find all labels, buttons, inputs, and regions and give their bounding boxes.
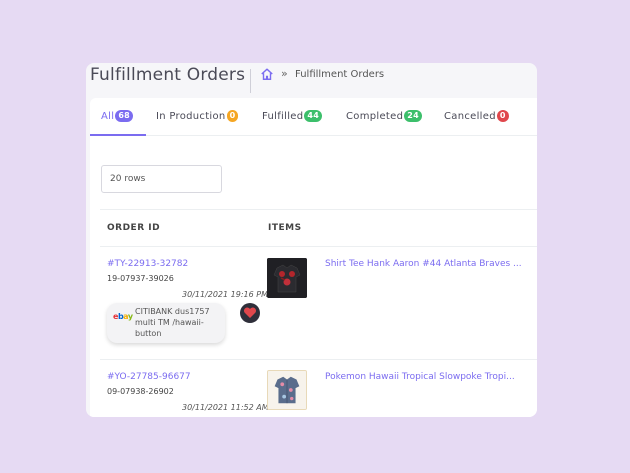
fulfillment-orders-card: Fulfillment Orders » Fulfillment Orders … [86,63,537,417]
tab-cancelled-label: Cancelled [444,110,496,122]
rows-per-page-select[interactable]: 20 rows [101,165,222,193]
tab-in-production-label: In Production [156,110,226,122]
order-id-link[interactable]: #TY-22913-32782 [107,259,188,269]
shirt-image-icon [267,258,307,298]
tab-all[interactable]: All 68 [101,110,134,122]
item-link[interactable]: Pokemon Hawaii Tropical Slowpoke Tropi..… [325,372,515,382]
order-number: 19-07937-39026 [107,274,174,283]
heart-glyph-icon [243,307,257,318]
breadcrumb-separator: » [281,67,288,80]
tab-fulfilled-label: Fulfilled [262,110,304,122]
tab-completed[interactable]: Completed 24 [346,110,422,122]
tab-cancelled-count: 0 [496,110,509,122]
tab-in-production-count: 0 [226,110,239,122]
source-account-pill: ebay CITIBANK dus1757 multi TM /hawaii-b… [107,303,225,343]
tab-all-count: 68 [115,110,134,122]
heart-icon[interactable] [240,303,260,323]
source-account-name: CITIBANK dus1757 multi TM /hawaii-button [135,307,210,338]
tab-cancelled[interactable]: Cancelled 0 [444,110,509,122]
product-thumbnail[interactable] [267,258,307,298]
order-number: 09-07938-26902 [107,387,174,396]
header-divider [250,69,251,93]
shirt-image-icon [268,371,306,409]
order-date: 30/11/2021 11:52 AM [182,403,269,412]
tab-fulfilled-count: 44 [304,110,323,122]
page-header: Fulfillment Orders » Fulfillment Orders [86,63,537,97]
item-link[interactable]: Shirt Tee Hank Aaron #44 Atlanta Braves … [325,259,522,269]
tab-in-production[interactable]: In Production 0 [156,110,239,122]
orders-panel: All 68 In Production 0 Fulfilled 44 Complet… [90,98,537,417]
table-top-divider [100,209,537,210]
order-date: 30/11/2021 19:16 PM [182,290,268,299]
tab-fulfilled[interactable]: Fulfilled 44 [262,110,323,122]
active-tab-indicator [90,134,146,136]
tab-all-label: All [101,110,115,122]
tab-completed-count: 24 [404,110,422,122]
ebay-logo-icon: ebay [113,312,133,321]
row-divider [100,359,537,360]
status-tabs: All 68 In Production 0 Fulfilled 44 Complet… [90,98,537,136]
home-icon[interactable] [260,67,274,81]
order-id-link[interactable]: #YO-27785-96677 [107,372,191,382]
page-title: Fulfillment Orders [90,65,246,85]
column-header-order-id: ORDER ID [107,223,161,233]
table-header-divider [100,246,537,247]
product-thumbnail[interactable] [267,370,307,410]
tab-completed-label: Completed [346,110,404,122]
breadcrumb-current: Fulfillment Orders [295,69,385,80]
column-header-items: ITEMS [268,223,302,233]
